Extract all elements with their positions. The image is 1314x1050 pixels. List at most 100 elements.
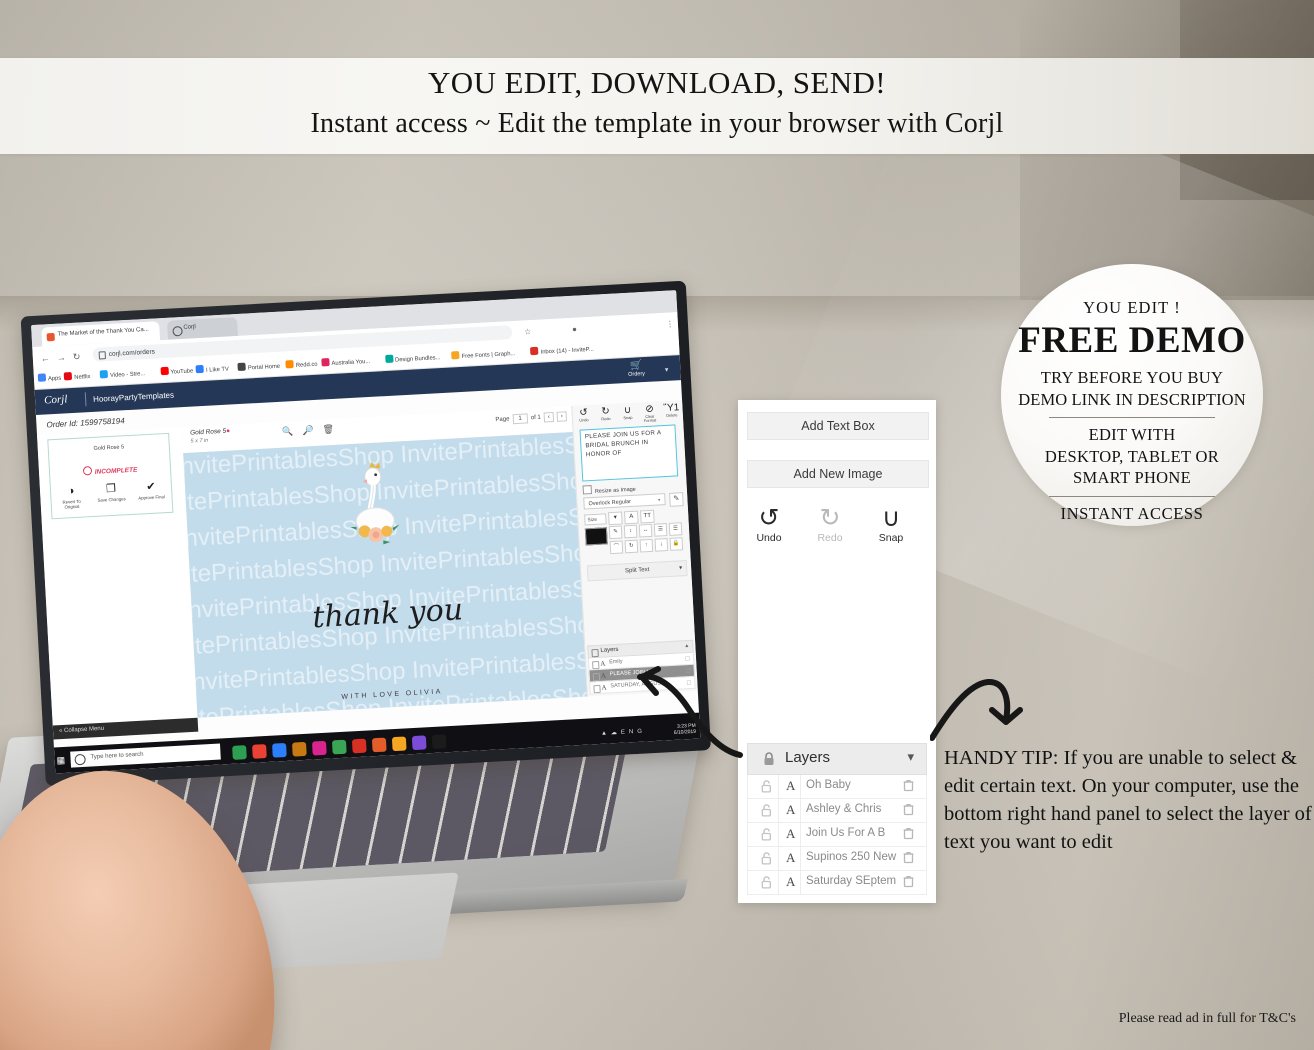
taskbar-app-icon[interactable] [351, 738, 367, 754]
unlock-icon[interactable] [592, 672, 601, 681]
taskbar-app-icon[interactable] [331, 739, 347, 755]
editor-tool-button[interactable]: Ὕ1 Delete [662, 402, 682, 423]
design-canvas[interactable]: InvitePrintablesShop InvitePrintablesSho… [183, 431, 588, 718]
align-center-icon[interactable]: ☰ [668, 522, 683, 536]
font-size-input[interactable]: Size [584, 513, 607, 526]
thumbnail-action-button[interactable]: ◑ Revert To Original [55, 484, 88, 510]
editor-tool-button[interactable]: ↺ Undo [574, 407, 594, 428]
windows-start-icon[interactable]: ▦ [56, 755, 68, 767]
layer-row[interactable]: A Join Us For A B [747, 823, 927, 847]
extensions-icon[interactable]: ● [572, 325, 577, 334]
thumbnail-action-button[interactable]: ❐ Save Changes [95, 482, 128, 508]
text-transform-icon[interactable]: TT [639, 509, 655, 524]
editor-tool-button[interactable]: ⊘ Clear Format [640, 403, 660, 424]
layer-row[interactable]: A Supinos 250 New [747, 847, 927, 871]
split-text-accordion[interactable]: Split Text ▾ [586, 560, 688, 582]
eyedropper-icon[interactable]: ✎ [608, 525, 623, 540]
trash-icon[interactable] [903, 875, 914, 888]
chevron-down-icon[interactable]: ▾ [907, 749, 914, 765]
layer-down-icon[interactable]: ↓ [654, 538, 669, 552]
chevron-down-icon[interactable]: ▾ [608, 511, 623, 526]
taskbar-app-icon[interactable] [232, 745, 247, 760]
text-color-swatch[interactable] [584, 527, 608, 546]
address-text: corjl.com/orders [108, 348, 156, 358]
bookmark-item[interactable]: Portal Home [237, 361, 280, 372]
trash-icon[interactable] [903, 779, 914, 792]
back-icon[interactable]: ← [41, 353, 51, 363]
taskbar-app-icon[interactable] [272, 742, 287, 758]
bookmark-item[interactable]: Apps [37, 373, 62, 383]
trash-icon[interactable] [903, 851, 914, 864]
panel-layers-header[interactable]: Layers ▾ [747, 743, 927, 775]
taskbar-app-icon[interactable] [371, 737, 387, 753]
taskbar-app-icon[interactable] [252, 744, 267, 759]
unlock-icon[interactable] [761, 852, 772, 865]
font-family-select[interactable]: Overlock Regular ▾ [583, 493, 666, 510]
bookmark-label: Apps [47, 375, 62, 383]
alert-icon [82, 466, 92, 476]
forward-icon[interactable]: → [57, 352, 67, 362]
layer-row[interactable]: A Saturday SEptem [747, 871, 927, 895]
add-new-image-button[interactable]: Add New Image [747, 460, 929, 488]
trash-icon[interactable] [903, 827, 914, 840]
unlock-icon[interactable] [761, 876, 772, 889]
banner-headline: YOU EDIT, DOWNLOAD, SEND! [428, 65, 886, 100]
line-height-icon[interactable]: ↕ [623, 524, 638, 539]
bookmark-item[interactable]: Design Bundles... [384, 352, 441, 364]
font-upload-button[interactable]: ✎ [669, 492, 684, 507]
taskbar-app-icon[interactable] [311, 740, 327, 756]
bookmark-item[interactable]: YouTube [160, 365, 193, 376]
bookmark-item[interactable]: Redd.co [285, 359, 318, 370]
align-left-icon[interactable]: ☰ [653, 523, 668, 537]
corjl-logo[interactable]: Corjl [44, 393, 68, 406]
layer-row[interactable]: A Oh Baby [747, 775, 927, 799]
bookmark-item[interactable]: Netflix [64, 371, 91, 381]
page-navigator[interactable]: Page 1 of 1 ‹ › [495, 411, 568, 425]
undo-button[interactable]: ↺ Undo [752, 505, 786, 545]
add-text-box-button[interactable]: Add Text Box [747, 412, 929, 440]
unlock-icon[interactable] [592, 660, 600, 669]
redo-button[interactable]: ↻ Redo [813, 505, 847, 545]
bookmark-item[interactable]: I Like TV [195, 364, 229, 375]
bold-icon[interactable]: A [623, 510, 639, 525]
bookmark-item[interactable]: Video - Stre... [99, 368, 145, 379]
lock-icon[interactable]: 🔒 [669, 537, 684, 551]
layer-up-icon[interactable]: ↑ [639, 538, 654, 553]
editor-tool-button[interactable]: ↻ Redo [596, 406, 616, 427]
curve-text-icon[interactable]: ⌒ [609, 540, 624, 555]
snap-button[interactable]: ∪ Snap [874, 505, 908, 545]
prev-page-button[interactable]: ‹ [543, 412, 555, 423]
reload-icon[interactable]: ↻ [73, 352, 81, 363]
layer-row[interactable]: A Ashley & Chris [747, 799, 927, 823]
windows-search-input[interactable]: Type here to search [70, 743, 221, 768]
unlock-icon[interactable] [761, 804, 772, 817]
bookmark-item[interactable]: Inbox (14) - InviteP... [530, 344, 594, 356]
taskbar-app-icon[interactable] [292, 741, 307, 757]
logo-divider [84, 392, 87, 407]
text-edit-box[interactable]: PLEASE JOIN US FOR A BRIDAL BRUNCH IN HO… [579, 424, 679, 482]
download-button[interactable]: 🛒 Ordery [622, 360, 651, 381]
unlock-icon[interactable] [761, 828, 772, 841]
alignment-grid[interactable]: ✎ ↕ ↔ ☰ ☰ ⌒ ↻ ↑ ↓ 🔒 [608, 522, 684, 555]
bookmark-item[interactable]: Free Fonts | Graph... [451, 348, 515, 360]
bookmark-item[interactable]: Australia You... [321, 356, 370, 368]
canvas-tool-icons[interactable]: 🔍🔎🗑 [282, 423, 343, 437]
browser-menu-icon[interactable]: ⋮ [666, 319, 674, 328]
unlock-icon[interactable] [761, 780, 772, 793]
thumbnail-action-button[interactable]: ✔ Approve Final [135, 480, 168, 506]
next-page-button[interactable]: › [556, 411, 568, 422]
taskbar-app-icon[interactable] [431, 734, 447, 750]
template-thumbnail-card[interactable]: Gold Rose 5 INCOMPLETE ◑ Revert To Origin… [47, 432, 174, 520]
taskbar-app-icon[interactable] [411, 735, 427, 751]
unlock-icon[interactable] [593, 684, 601, 693]
star-icon[interactable]: ☆ [524, 327, 532, 336]
rotate-icon[interactable]: ↻ [624, 539, 639, 554]
editor-tool-button[interactable]: ∪ Snap [618, 404, 638, 425]
trash-icon[interactable] [903, 803, 914, 816]
handy-tip-text: HANDY TIP: If you are unable to select &… [944, 747, 1312, 854]
taskbar-app-icon[interactable] [391, 736, 407, 752]
letter-spacing-icon[interactable]: ↔ [638, 523, 653, 538]
resize-as-image-checkbox[interactable]: Resize as Image [582, 483, 636, 496]
chevron-down-icon[interactable]: ▾ [665, 366, 669, 374]
page-input[interactable]: 1 [512, 413, 529, 425]
